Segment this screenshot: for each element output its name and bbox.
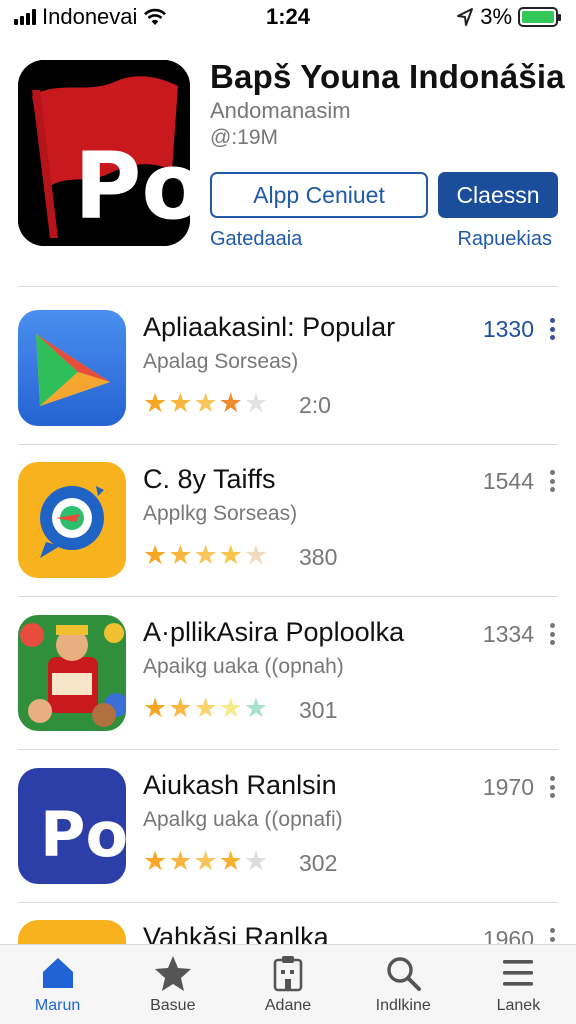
star-icon: ★: [168, 693, 193, 723]
divider: [18, 596, 558, 597]
app-icon-po[interactable]: Po: [18, 768, 126, 884]
list-item[interactable]: C. 8y Taiffs Applkg Sorseas) ★ ★ ★ ★ ★ 3…: [18, 462, 558, 582]
app-icon-game[interactable]: [18, 615, 126, 731]
app-count: 1334: [482, 621, 534, 647]
secondary-solid-button[interactable]: Claessn: [438, 172, 558, 218]
app-title: Aiukash Ranlsin: [143, 770, 337, 800]
star-icon: ★: [218, 540, 243, 570]
featured-app-icon-text: Po: [74, 133, 190, 240]
star-icon: ★: [143, 693, 168, 723]
featured-app-icon[interactable]: Po: [18, 60, 190, 246]
featured-app[interactable]: Po Bapš Youna Indonášia Andomanasim @:19…: [18, 58, 565, 251]
tab-label: Adane: [264, 997, 312, 1014]
rating-stars: ★ ★ ★ ★ ★: [143, 848, 268, 875]
tab-label: Lanek: [496, 997, 541, 1014]
app-subtitle: Apaikg uaka ((opnah): [143, 655, 344, 678]
list-item[interactable]: A·pllikAsira Poploolka Apaikg uaka ((opn…: [18, 615, 558, 735]
star-icon: ★: [218, 388, 243, 418]
status-right: 3%: [456, 4, 561, 30]
clipboard-icon: [273, 956, 303, 992]
star-icon: ★: [243, 388, 269, 418]
star-icon: ★: [168, 846, 193, 876]
battery-percent: 3%: [480, 4, 512, 29]
tab-more[interactable]: Lanek: [461, 945, 576, 1024]
menu-icon: [503, 960, 534, 986]
app-subtitle: Applkg Sorseas): [143, 502, 298, 525]
star-icon: ★: [168, 388, 193, 418]
app-subtitle: Apalag Sorseas): [143, 350, 299, 373]
status-bar: Indonevai 1:24 3%: [0, 0, 576, 34]
app-title: A·pllikAsira Poploolka: [143, 617, 405, 647]
rating-stars: ★ ★ ★ ★ ★: [143, 390, 268, 417]
star-icon: ★: [168, 540, 193, 570]
search-icon: [387, 957, 422, 991]
signal-icon: [14, 9, 36, 25]
tab-label: Indlkine: [375, 997, 431, 1014]
star-icon: ★: [243, 540, 269, 570]
app-icon-text: Po: [40, 798, 126, 871]
app-title: Apliaakasinl: Popular: [143, 312, 396, 342]
divider: [18, 286, 558, 287]
battery-icon: [518, 7, 561, 27]
app-subtitle: Apalkg uaka ((opnafi): [143, 808, 343, 831]
star-icon: ★: [218, 846, 243, 876]
more-options-icon[interactable]: [548, 470, 556, 492]
app-rating: 2:0: [299, 392, 331, 418]
star-icon: [154, 956, 191, 991]
more-options-icon[interactable]: [548, 623, 556, 645]
category-link[interactable]: Gatedaaia: [210, 228, 302, 251]
tab-label: Basue: [150, 997, 196, 1014]
featured-app-count: @:19M: [210, 126, 279, 149]
tab-featured[interactable]: Basue: [115, 945, 230, 1024]
divider: [18, 749, 558, 750]
tab-search[interactable]: Indlkine: [346, 945, 461, 1024]
app-rating: 380: [299, 544, 338, 570]
app-count: 1330: [482, 316, 534, 342]
tab-label: Marun: [34, 997, 81, 1014]
rating-stars: ★ ★ ★ ★ ★: [143, 542, 268, 569]
star-icon: ★: [143, 540, 168, 570]
featured-app-title: Bapš Youna Indonášia: [210, 58, 565, 95]
divider: [18, 444, 558, 445]
location-icon: [457, 8, 474, 26]
star-icon: ★: [143, 846, 168, 876]
app-icon-chat[interactable]: [18, 462, 126, 578]
star-icon: ★: [193, 693, 218, 723]
divider: [18, 902, 558, 903]
tab-updates[interactable]: Adane: [230, 945, 345, 1024]
star-icon: ★: [218, 693, 243, 723]
featured-app-developer: Andomanasim: [210, 98, 351, 123]
app-icon-play[interactable]: [18, 310, 126, 426]
reviews-link[interactable]: Rapuekias: [457, 228, 552, 251]
tab-bar: Marun Basue Adane Indlkine Lanek: [0, 944, 576, 1024]
list-item[interactable]: Apliaakasinl: Popular Apalag Sorseas) ★ …: [18, 310, 558, 430]
wifi-icon: [144, 8, 167, 25]
star-icon: ★: [243, 693, 269, 723]
more-options-icon[interactable]: [548, 318, 556, 340]
app-rating: 302: [299, 850, 338, 876]
home-icon: [42, 958, 73, 988]
app-count: 1544: [482, 468, 534, 494]
rating-stars: ★ ★ ★ ★ ★: [143, 695, 268, 722]
star-icon: ★: [243, 846, 269, 876]
app-title: C. 8y Taiffs: [143, 464, 276, 494]
star-icon: ★: [193, 388, 218, 418]
list-item[interactable]: Po Aiukash Ranlsin Apalkg uaka ((opnafi)…: [18, 768, 558, 888]
carrier-name: Indonevai: [42, 4, 138, 29]
status-left: Indonevai: [14, 4, 167, 30]
star-icon: ★: [193, 540, 218, 570]
star-icon: ★: [193, 846, 218, 876]
tab-home[interactable]: Marun: [0, 945, 115, 1024]
star-icon: ★: [143, 388, 168, 418]
app-rating: 301: [299, 697, 338, 723]
app-count: 1970: [482, 774, 534, 800]
more-options-icon[interactable]: [548, 776, 556, 798]
status-time: 1:24: [265, 4, 311, 29]
primary-outline-button[interactable]: Alpp Ceniuet: [210, 172, 428, 218]
